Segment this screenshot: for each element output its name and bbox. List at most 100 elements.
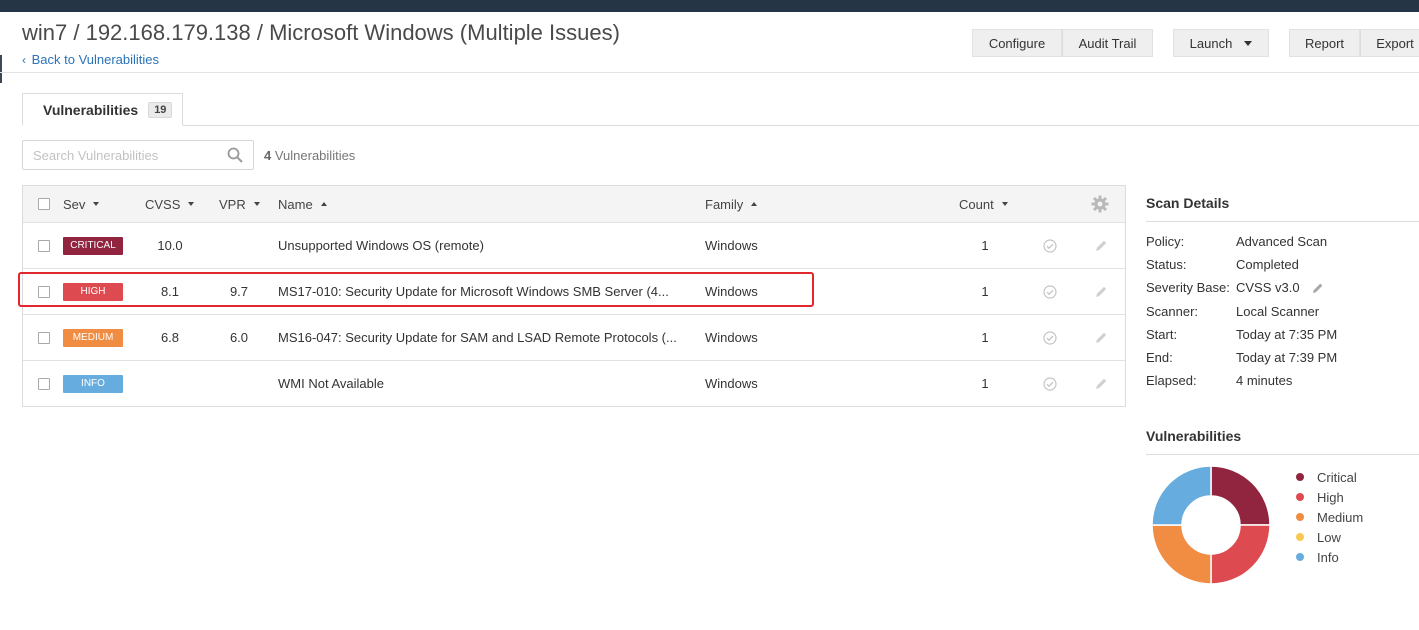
launch-label: Launch (1189, 35, 1233, 51)
header-sev-label: Sev (63, 196, 86, 212)
donut-slice-critical[interactable] (1210, 465, 1271, 526)
header-sev[interactable]: Sev (63, 186, 100, 222)
check-circle-icon[interactable] (1043, 376, 1057, 391)
tab-vulnerabilities[interactable]: Vulnerabilities 19 (22, 93, 183, 126)
report-button[interactable]: Report (1289, 29, 1360, 57)
vulnerabilities-chart-title: Vulnerabilities (1146, 428, 1242, 444)
family-cell: Windows (705, 238, 758, 253)
detail-scanner-value: Local Scanner (1236, 304, 1320, 319)
row-checkbox[interactable] (38, 239, 50, 252)
row-checkbox[interactable] (38, 331, 50, 344)
check-action-cell (1043, 315, 1057, 360)
select-all-cell (38, 186, 50, 222)
vuln-name-cell[interactable]: WMI Not Available (278, 361, 693, 406)
severity-cell: INFO (63, 361, 123, 406)
check-circle-icon[interactable] (1043, 330, 1057, 345)
detail-scanner-label: Scanner: (1146, 304, 1199, 319)
table-row[interactable]: CRITICAL 10.0 Unsupported Windows OS (re… (23, 222, 1125, 268)
legend-dot-icon (1296, 533, 1304, 541)
check-circle-icon[interactable] (1043, 284, 1057, 299)
vuln-name-cell[interactable]: MS16-047: Security Update for SAM and LS… (278, 315, 693, 360)
detail-end-value: Today at 7:39 PM (1236, 350, 1338, 365)
legend-label: Medium (1317, 509, 1364, 525)
detail-status: Status: Completed (1146, 257, 1299, 272)
detail-policy-value: Advanced Scan (1236, 234, 1328, 249)
header-cvss[interactable]: CVSS (145, 186, 195, 222)
family-cell: Windows (705, 284, 758, 299)
header-family-label: Family (705, 196, 744, 212)
check-circle-icon[interactable] (1043, 238, 1057, 253)
configure-button[interactable]: Configure (972, 29, 1062, 57)
launch-button[interactable]: Launch (1173, 29, 1269, 57)
legend-item-high[interactable]: High (1296, 487, 1363, 507)
row-select-cell (38, 223, 50, 268)
row-checkbox[interactable] (38, 285, 50, 298)
legend-label: Low (1317, 529, 1341, 545)
pencil-icon[interactable] (1311, 282, 1324, 295)
donut-slice-high[interactable] (1210, 524, 1271, 585)
donut-slice-info[interactable] (1151, 465, 1212, 526)
legend-label: Critical (1317, 469, 1357, 485)
vuln-name-cell[interactable]: Unsupported Windows OS (remote) (278, 223, 693, 268)
severity-cell: HIGH (63, 269, 123, 314)
detail-start-label: Start: (1146, 327, 1178, 342)
table-row[interactable]: MEDIUM 6.8 6.0 MS16-047: Security Update… (23, 314, 1125, 360)
header-name-label: Name (278, 196, 313, 212)
table-row[interactable]: INFO WMI Not Available Windows 1 (23, 360, 1125, 406)
legend-label: High (1317, 489, 1344, 505)
header-vpr-label: VPR (219, 196, 246, 212)
back-to-vulnerabilities-link[interactable]: ‹ Back to Vulnerabilities (22, 52, 159, 67)
table-row[interactable]: HIGH 8.1 9.7 MS17-010: Security Update f… (23, 268, 1125, 314)
header-vpr[interactable]: VPR (219, 186, 260, 222)
detail-status-label: Status: (1146, 257, 1187, 272)
search-input[interactable] (23, 141, 213, 169)
sort-down-icon (188, 202, 195, 206)
cvss-cell: 8.1 (160, 284, 180, 299)
launch-group: Launch (1173, 29, 1269, 57)
result-count: 4 Vulnerabilities (264, 148, 355, 163)
severity-cell: MEDIUM (63, 315, 123, 360)
legend-dot-icon (1296, 493, 1304, 501)
header-family[interactable]: Family (705, 186, 758, 222)
header-count[interactable]: Count (959, 186, 1008, 222)
legend-item-info[interactable]: Info (1296, 547, 1363, 567)
legend-item-low[interactable]: Low (1296, 527, 1363, 547)
legend-item-medium[interactable]: Medium (1296, 507, 1363, 527)
row-checkbox[interactable] (38, 377, 50, 390)
sidebar-edge (0, 55, 2, 83)
pencil-icon[interactable] (1094, 239, 1108, 253)
chevron-left-icon: ‹ (22, 53, 26, 67)
pencil-icon[interactable] (1094, 377, 1108, 391)
chart-legend: Critical High Medium Low Info (1296, 467, 1363, 567)
pencil-icon[interactable] (1094, 331, 1108, 345)
vulnerabilities-donut-chart (1151, 465, 1271, 585)
detail-start: Start: Today at 7:35 PM (1146, 327, 1337, 342)
header-name[interactable]: Name (278, 186, 327, 222)
search-icon[interactable] (227, 147, 243, 163)
tab-label: Vulnerabilities (43, 101, 139, 118)
severity-badge: HIGH (63, 282, 123, 301)
export-button[interactable]: Export (1360, 29, 1419, 57)
sort-down-icon (93, 202, 100, 206)
legend-item-critical[interactable]: Critical (1296, 467, 1363, 487)
report-export-group: Report Export (1289, 29, 1419, 57)
audit-trail-button[interactable]: Audit Trail (1062, 29, 1153, 57)
sort-down-icon (253, 202, 260, 206)
detail-severity-base-label: Severity Base: (1146, 280, 1230, 295)
gear-icon[interactable] (1091, 195, 1109, 213)
detail-status-value: Completed (1236, 257, 1299, 272)
edit-action-cell (1094, 223, 1108, 268)
severity-badge: INFO (63, 374, 123, 393)
vuln-name-cell[interactable]: MS17-010: Security Update for Microsoft … (278, 269, 693, 314)
cvss-cell: 6.8 (160, 330, 180, 345)
select-all-checkbox[interactable] (38, 198, 50, 210)
legend-dot-icon (1296, 553, 1304, 561)
detail-start-value: Today at 7:35 PM (1236, 327, 1338, 342)
detail-policy-label: Policy: (1146, 234, 1185, 249)
donut-slice-medium[interactable] (1151, 524, 1212, 585)
scan-details-divider (1146, 221, 1419, 222)
sort-up-icon (320, 202, 327, 206)
pencil-icon[interactable] (1094, 285, 1108, 299)
count-cell: 1 (981, 284, 989, 299)
page-title: win7 / 192.168.179.138 / Microsoft Windo… (22, 20, 620, 45)
